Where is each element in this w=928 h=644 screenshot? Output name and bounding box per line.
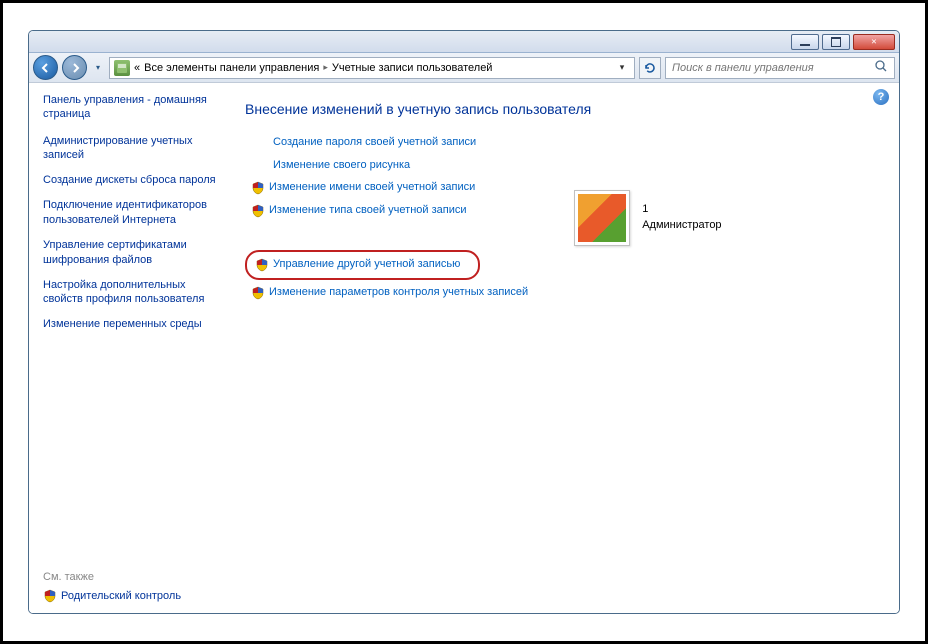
help-button[interactable]: ? bbox=[873, 89, 889, 105]
see-also-label: См. также bbox=[43, 571, 217, 583]
account-role: Администратор bbox=[642, 218, 721, 233]
shield-icon bbox=[251, 181, 265, 195]
task-change-uac[interactable]: Изменение параметров контроля учетных за… bbox=[245, 283, 534, 303]
maximize-button[interactable] bbox=[822, 34, 850, 50]
highlighted-task-frame: Управление другой учетной записью bbox=[245, 250, 480, 280]
sidebar-link[interactable]: Изменение переменных среды bbox=[43, 317, 217, 332]
shield-icon bbox=[43, 589, 57, 603]
search-input[interactable] bbox=[672, 62, 874, 74]
parental-controls-link[interactable]: Родительский контроль bbox=[43, 589, 217, 603]
chevron-right-icon: ▸ bbox=[323, 62, 328, 73]
address-bar[interactable]: « Все элементы панели управления ▸ Учетн… bbox=[109, 57, 635, 79]
sidebar-link[interactable]: Управление сертификатами шифрования файл… bbox=[43, 238, 217, 268]
avatar[interactable] bbox=[574, 190, 630, 246]
back-button[interactable] bbox=[33, 55, 58, 80]
minimize-button[interactable] bbox=[791, 34, 819, 50]
shield-icon bbox=[251, 204, 265, 218]
main-panel: Внесение изменений в учетную запись поль… bbox=[229, 83, 899, 613]
account-name: 1 bbox=[642, 202, 721, 217]
sidebar-home-link[interactable]: Панель управления - домашняя страница bbox=[43, 93, 217, 122]
parental-controls-label: Родительский контроль bbox=[61, 590, 181, 602]
search-box[interactable] bbox=[665, 57, 895, 79]
recent-pages-dropdown[interactable]: ▾ bbox=[91, 57, 105, 79]
nav-bar: ▾ « Все элементы панели управления ▸ Уче… bbox=[29, 53, 899, 83]
sidebar: Панель управления - домашняя страница Ад… bbox=[29, 83, 229, 613]
search-icon[interactable] bbox=[874, 59, 888, 76]
sidebar-link[interactable]: Подключение идентификаторов пользователе… bbox=[43, 198, 217, 228]
task-change-type[interactable]: Изменение типа своей учетной записи bbox=[245, 201, 534, 221]
refresh-icon bbox=[643, 61, 657, 75]
refresh-button[interactable] bbox=[639, 57, 661, 79]
window-frame: ▾ « Все элементы панели управления ▸ Уче… bbox=[28, 30, 900, 614]
sidebar-link[interactable]: Создание дискеты сброса пароля bbox=[43, 173, 217, 188]
arrow-left-icon bbox=[40, 62, 52, 74]
title-bar bbox=[29, 31, 899, 53]
forward-button[interactable] bbox=[62, 55, 87, 80]
breadcrumb-prefix: « bbox=[134, 62, 140, 74]
task-change-picture[interactable]: Изменение своего рисунка bbox=[245, 156, 534, 176]
avatar-image bbox=[578, 194, 626, 242]
sidebar-link[interactable]: Настройка дополнительных свойств профиля… bbox=[43, 278, 217, 308]
task-manage-other-account[interactable]: Управление другой учетной записью bbox=[253, 255, 462, 275]
task-change-name[interactable]: Изменение имени своей учетной записи bbox=[245, 178, 534, 198]
sidebar-link[interactable]: Администрирование учетных записей bbox=[43, 134, 217, 164]
breadcrumb-current[interactable]: Учетные записи пользователей bbox=[332, 62, 493, 74]
breadcrumb-root[interactable]: Все элементы панели управления bbox=[144, 62, 319, 74]
shield-icon bbox=[255, 258, 269, 272]
close-button[interactable] bbox=[853, 34, 895, 50]
page-heading: Внесение изменений в учетную запись поль… bbox=[245, 101, 873, 117]
arrow-right-icon bbox=[69, 62, 81, 74]
account-info-box: 1 Администратор bbox=[574, 133, 721, 303]
address-dropdown[interactable]: ▾ bbox=[614, 60, 630, 76]
content-area: ? Панель управления - домашняя страница … bbox=[29, 83, 899, 613]
control-panel-icon bbox=[114, 60, 130, 76]
shield-icon bbox=[251, 286, 265, 300]
task-create-password[interactable]: Создание пароля своей учетной записи bbox=[245, 133, 534, 153]
